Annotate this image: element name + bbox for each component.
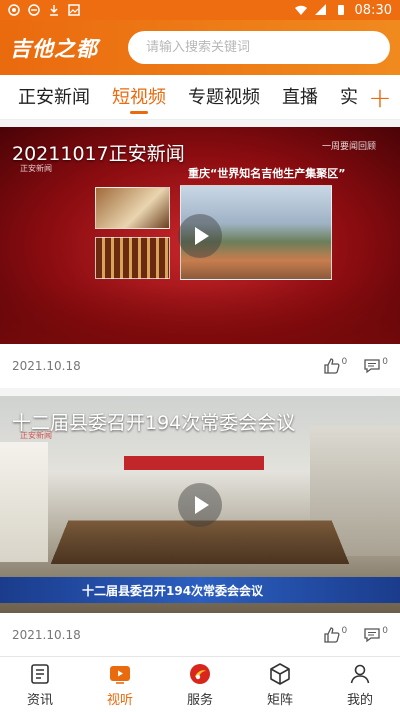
- user-icon: [350, 664, 370, 683]
- video-thumbnail[interactable]: 正安新闻 十二届县委召开194次常委会会议 十二届县委召开194次常委会会议: [0, 396, 400, 613]
- nav-video-label: 视听: [106, 692, 133, 708]
- video-date: 2021.10.18: [12, 628, 81, 642]
- cube-icon: [270, 662, 290, 685]
- thumbnail-corner-label: 一周要闻回顾: [321, 142, 376, 152]
- nav-matrix[interactable]: 矩阵: [240, 657, 320, 712]
- thumbnail-wall-banner: [124, 456, 264, 470]
- image-notification-icon: [68, 4, 80, 16]
- thumbnail-photo-2: [95, 237, 170, 279]
- app-header: 吉他之都: [0, 20, 400, 75]
- nav-matrix-label: 矩阵: [266, 692, 293, 708]
- search-input[interactable]: [146, 40, 372, 55]
- comment-icon: [364, 628, 380, 643]
- bottom-nav: 资讯 视听 服务 矩阵 我的: [0, 656, 400, 712]
- play-icon[interactable]: [178, 213, 222, 258]
- app-notification-icon: [8, 4, 20, 16]
- comment-button[interactable]: 0: [363, 626, 388, 644]
- thumbnail-banner: 重庆“世界知名吉他生产集聚区”: [188, 167, 346, 180]
- tab-special-video[interactable]: 专题视频: [188, 75, 260, 119]
- battery-icon: [337, 5, 344, 15]
- like-button[interactable]: 0: [323, 357, 348, 375]
- tab-more-partial[interactable]: 实: [340, 75, 358, 119]
- nav-service-label: 服务: [186, 692, 213, 708]
- thumbnail-banner: 十二届县委召开194次常委会会议: [82, 584, 264, 598]
- video-meta: 2021.10.18 0 0: [0, 344, 400, 388]
- nav-news-label: 资讯: [26, 692, 53, 708]
- tab-live[interactable]: 直播: [282, 75, 318, 119]
- wifi-icon: [294, 5, 307, 15]
- nav-mine[interactable]: 我的: [320, 657, 400, 712]
- video-feed: 正安新闻 一周要闻回顾 重庆“世界知名吉他生产集聚区” 20211017正安新闻…: [0, 127, 400, 665]
- comment-icon: [364, 359, 380, 374]
- comment-count: 0: [382, 357, 388, 367]
- news-icon: [31, 663, 49, 684]
- service-icon: [190, 663, 210, 684]
- nav-mine-label: 我的: [346, 692, 373, 708]
- thumbs-up-icon: [323, 358, 340, 374]
- thumbnail-floor: [0, 284, 400, 344]
- thumbnail-window-left: [0, 442, 48, 562]
- channel-tabs: 正安新闻 短视频 专题视频 直播 实 +: [0, 75, 400, 120]
- video-date: 2021.10.18: [12, 359, 81, 373]
- tab-zhengan-news[interactable]: 正安新闻: [18, 75, 90, 119]
- thumbs-up-icon: [323, 627, 340, 643]
- video-title: 十二届县委召开194次常委会会议: [12, 412, 296, 434]
- play-icon[interactable]: [178, 482, 222, 527]
- plus-icon[interactable]: +: [360, 75, 400, 119]
- sync-notification-icon: [28, 4, 40, 16]
- video-actions: 0 0: [323, 357, 388, 375]
- video-card[interactable]: 正安新闻 十二届县委召开194次常委会会议 十二届县委召开194次常委会会议 2…: [0, 396, 400, 657]
- video-actions: 0 0: [323, 626, 388, 644]
- signal-icon: [314, 4, 326, 15]
- tab-short-video[interactable]: 短视频: [112, 75, 166, 119]
- comment-count: 0: [382, 626, 388, 636]
- status-time: 08:30: [354, 2, 392, 18]
- search-box[interactable]: [128, 31, 390, 64]
- comment-button[interactable]: 0: [363, 357, 388, 375]
- nav-news[interactable]: 资讯: [0, 657, 80, 712]
- video-card[interactable]: 正安新闻 一周要闻回顾 重庆“世界知名吉他生产集聚区” 20211017正安新闻…: [0, 127, 400, 388]
- like-count: 0: [341, 626, 348, 636]
- app-logo: 吉他之都: [10, 35, 98, 61]
- like-count: 0: [341, 357, 348, 367]
- thumbnail-photo-1: [95, 187, 170, 229]
- nav-video[interactable]: 视听: [80, 657, 160, 712]
- video-icon: [110, 665, 130, 684]
- nav-service[interactable]: 服务: [160, 657, 240, 712]
- thumbnail-table: [50, 520, 350, 565]
- download-icon: [50, 5, 58, 16]
- video-meta: 2021.10.18 0 0: [0, 613, 400, 657]
- video-thumbnail[interactable]: 正安新闻 一周要闻回顾 重庆“世界知名吉他生产集聚区” 20211017正安新闻: [0, 127, 400, 344]
- like-button[interactable]: 0: [323, 626, 348, 644]
- video-title: 20211017正安新闻: [12, 143, 185, 165]
- status-bar: 08:30: [0, 0, 400, 20]
